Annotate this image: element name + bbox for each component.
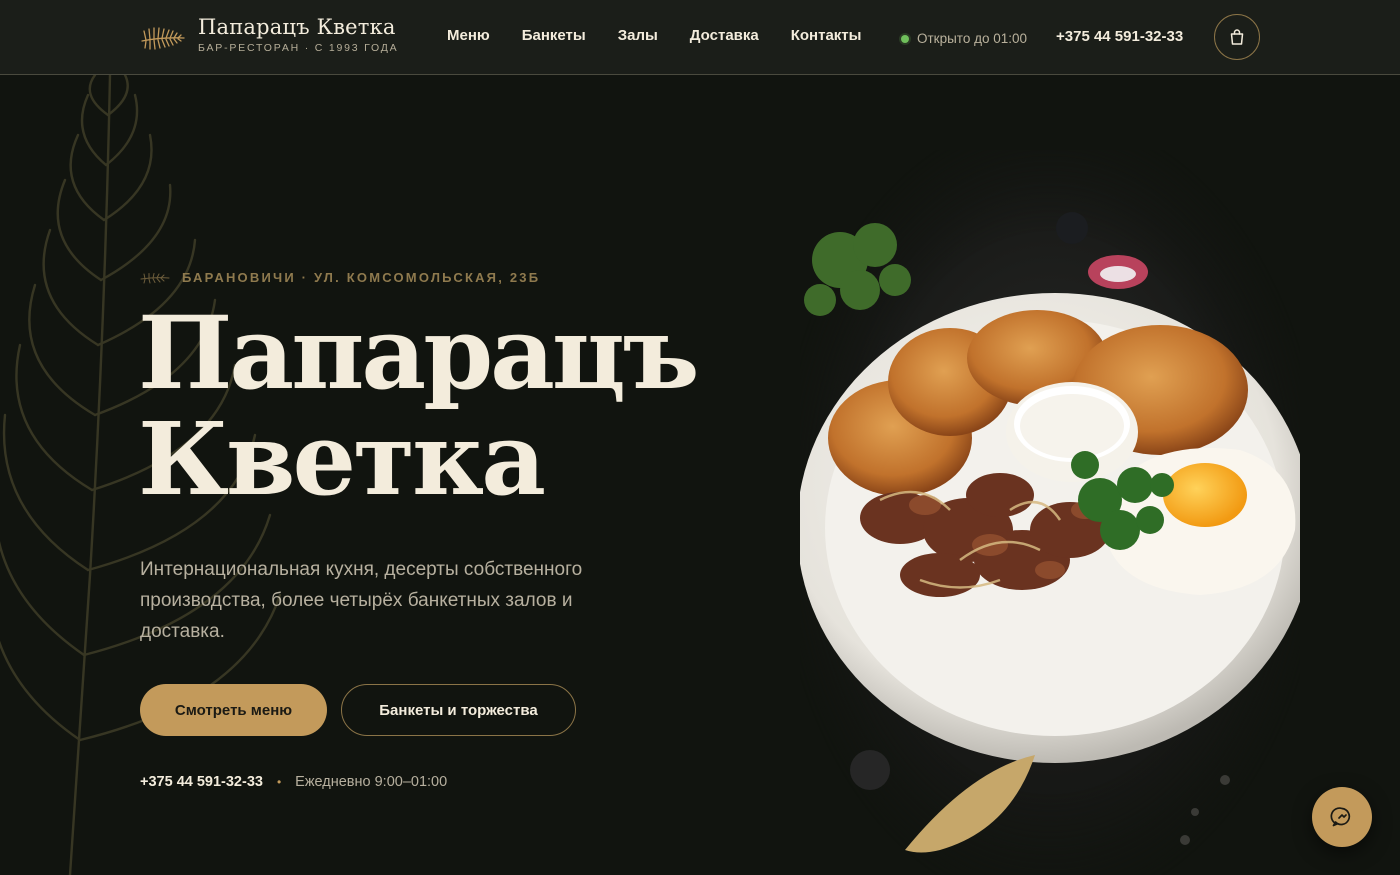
chat-button[interactable] bbox=[1312, 787, 1372, 847]
brand-name: Папарацъ Кветка bbox=[198, 15, 396, 39]
contact-separator: • bbox=[276, 775, 282, 789]
brand-tagline: БАР-РЕСТОРАН · С 1993 ГОДА bbox=[198, 42, 399, 54]
hero-title-line-1: Папарацъ bbox=[138, 294, 700, 412]
open-status: Открыто до 01:00 bbox=[901, 31, 1027, 46]
chat-bubble-icon bbox=[1330, 807, 1351, 827]
shopping-bag-icon bbox=[1230, 29, 1244, 45]
hero-title-line-2: Кветка bbox=[138, 400, 546, 518]
nav-item-contacts[interactable]: Контакты bbox=[791, 27, 862, 44]
nav-item-menu[interactable]: Меню bbox=[447, 27, 490, 44]
header-phone-link[interactable]: +375 44 591-32-33 bbox=[1056, 28, 1183, 45]
hero-contact-line: +375 44 591-32-33 • Ежедневно 9:00–01:00 bbox=[140, 774, 447, 790]
site-header: Папарацъ Кветка БАР-РЕСТОРАН · С 1993 ГО… bbox=[0, 0, 1400, 75]
hero-phone-link[interactable]: +375 44 591-32-33 bbox=[140, 774, 263, 790]
opening-hours: Ежедневно 9:00–01:00 bbox=[295, 774, 448, 790]
fern-leaf-icon bbox=[141, 27, 185, 50]
hero-eyebrow: БАРАНОВИЧИ · УЛ. КОМСОМОЛЬСКАЯ, 23Б bbox=[140, 270, 540, 285]
hero-food-image bbox=[800, 150, 1300, 875]
cart-button[interactable] bbox=[1214, 14, 1260, 60]
small-leaf-icon bbox=[140, 272, 170, 283]
hero-description: Интернациональная кухня, десерты собстве… bbox=[140, 559, 583, 642]
banquets-button[interactable]: Банкеты и торжества bbox=[341, 684, 576, 736]
nav-item-halls[interactable]: Залы bbox=[618, 27, 658, 44]
view-menu-button[interactable]: Смотреть меню bbox=[140, 684, 327, 736]
nav-item-delivery[interactable]: Доставка bbox=[690, 27, 759, 44]
hero-address: БАРАНОВИЧИ · УЛ. КОМСОМОЛЬСКАЯ, 23Б bbox=[182, 270, 541, 285]
status-dot-icon bbox=[901, 34, 909, 43]
open-status-text: Открыто до 01:00 bbox=[917, 31, 1028, 46]
main-nav: Меню Банкеты Залы Доставка Контакты bbox=[447, 27, 861, 44]
hero-title: Папарацъ Кветка bbox=[138, 294, 700, 518]
nav-item-banquets[interactable]: Банкеты bbox=[522, 27, 586, 44]
